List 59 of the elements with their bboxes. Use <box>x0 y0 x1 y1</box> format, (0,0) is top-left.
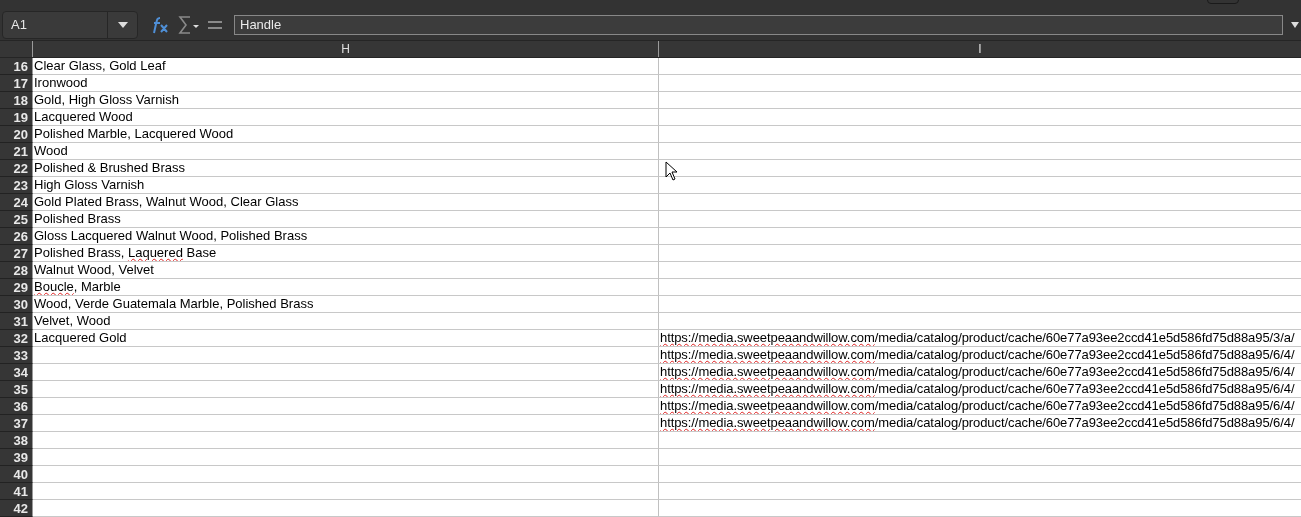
row-header[interactable]: 18 <box>0 92 33 109</box>
table-cell[interactable]: Polished Marble, Lacquered Wood <box>33 126 659 143</box>
row-header[interactable]: 42 <box>0 500 33 517</box>
row-header[interactable]: 36 <box>0 398 33 415</box>
sum-icon[interactable] <box>178 16 200 34</box>
table-cell[interactable]: https://media.sweetpeaandwillow.com/media/catalog/product/cache/60e77a93ee2ccd41e5d586fd75d88a95/6/4/ <box>659 398 1301 415</box>
table-cell[interactable]: Boucle, Marble <box>33 279 659 296</box>
row-header[interactable]: 35 <box>0 381 33 398</box>
row-header[interactable]: 39 <box>0 449 33 466</box>
table-cell[interactable]: High Gloss Varnish <box>33 177 659 194</box>
dropdown-icon <box>117 22 128 28</box>
table-cell[interactable]: Polished Brass, Laquered Base <box>33 245 659 262</box>
row-header[interactable]: 31 <box>0 313 33 330</box>
table-cell[interactable]: Walnut Wood, Velvet <box>33 262 659 279</box>
table-cell[interactable]: https://media.sweetpeaandwillow.com/media/catalog/product/cache/60e77a93ee2ccd41e5d586fd75d88a95/6/4/ <box>659 381 1301 398</box>
row-header[interactable]: 26 <box>0 228 33 245</box>
row-header[interactable]: 23 <box>0 177 33 194</box>
row-header[interactable]: 33 <box>0 347 33 364</box>
table-cell[interactable]: Gold Plated Brass, Walnut Wood, Clear Glass <box>33 194 659 211</box>
row-header[interactable]: 19 <box>0 109 33 126</box>
row-header[interactable]: 40 <box>0 466 33 483</box>
name-box[interactable]: A1 <box>2 11 138 39</box>
row-header[interactable]: 27 <box>0 245 33 262</box>
row-header[interactable]: 16 <box>0 58 33 75</box>
row-header[interactable]: 32 <box>0 330 33 347</box>
row-header[interactable]: 24 <box>0 194 33 211</box>
table-cell[interactable]: https://media.sweetpeaandwillow.com/media/catalog/product/cache/60e77a93ee2ccd41e5d586fd75d88a95/6/4/ <box>659 347 1301 364</box>
row-header[interactable]: 21 <box>0 143 33 160</box>
table-cell[interactable]: https://media.sweetpeaandwillow.com/media/catalog/product/cache/60e77a93ee2ccd41e5d586fd75d88a95/6/4/ <box>659 415 1301 432</box>
table-cell[interactable]: Clear Glass, Gold Leaf <box>33 58 659 75</box>
table-cell[interactable]: Gloss Lacquered Walnut Wood, Polished Brass <box>33 228 659 245</box>
table-cell[interactable]: Lacquered Wood <box>33 109 659 126</box>
formula-input[interactable]: Handle <box>234 15 1283 35</box>
table-cell[interactable]: Gold, High Gloss Varnish <box>33 92 659 109</box>
row-header[interactable]: 25 <box>0 211 33 228</box>
table-cell[interactable]: https://media.sweetpeaandwillow.com/media/catalog/product/cache/60e77a93ee2ccd41e5d586fd75d88a95/6/4/ <box>659 364 1301 381</box>
table-cell[interactable]: Polished Brass <box>33 211 659 228</box>
row-header[interactable]: 41 <box>0 483 33 500</box>
column-header[interactable]: I <box>978 40 982 58</box>
row-header[interactable]: 38 <box>0 432 33 449</box>
row-header[interactable]: 20 <box>0 126 33 143</box>
column-header[interactable]: H <box>341 40 350 58</box>
table-cell[interactable]: Velvet, Wood <box>33 313 659 330</box>
row-header[interactable]: 30 <box>0 296 33 313</box>
row-header[interactable]: 22 <box>0 160 33 177</box>
row-header[interactable]: 28 <box>0 262 33 279</box>
row-header[interactable]: 17 <box>0 75 33 92</box>
table-cell[interactable]: Ironwood <box>33 75 659 92</box>
table-cell[interactable]: Polished & Brushed Brass <box>33 160 659 177</box>
function-wizard-icon[interactable] <box>152 16 170 34</box>
row-header[interactable]: 29 <box>0 279 33 296</box>
row-header[interactable]: 37 <box>0 415 33 432</box>
table-cell[interactable]: Wood <box>33 143 659 160</box>
row-header[interactable]: 34 <box>0 364 33 381</box>
formula-icon[interactable] <box>208 20 222 30</box>
table-cell[interactable]: Lacquered Gold <box>33 330 659 347</box>
table-cell[interactable]: https://media.sweetpeaandwillow.com/media/catalog/product/cache/60e77a93ee2ccd41e5d586fd75d88a95/3/a/ <box>659 330 1301 347</box>
expand-icon[interactable] <box>1291 21 1301 29</box>
table-cell[interactable]: Wood, Verde Guatemala Marble, Polished Brass <box>33 296 659 313</box>
